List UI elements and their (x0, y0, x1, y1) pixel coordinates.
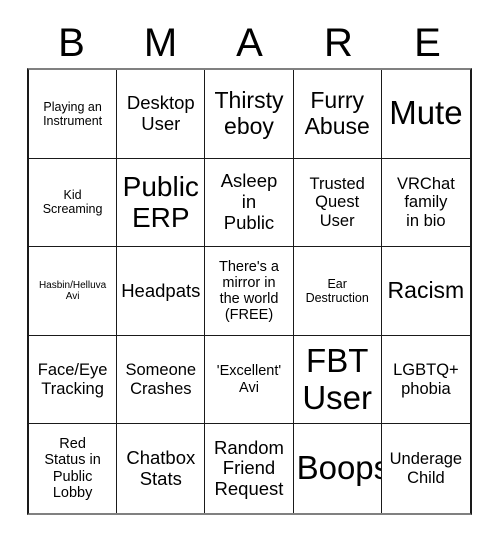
header-letter-2: M (143, 21, 178, 65)
header-letter-5: E (414, 21, 441, 65)
header-letter-4: R (324, 21, 353, 65)
bingo-cell[interactable]: Public ERP (117, 158, 206, 248)
bingo-cell[interactable]: Thirsty eboy (205, 70, 294, 159)
bingo-cell-label: Mute (389, 94, 463, 132)
bingo-cell[interactable]: Racism (381, 247, 470, 336)
bingo-cell[interactable]: Furry Abuse (293, 70, 382, 159)
bingo-header-row: B M A R E (27, 18, 472, 68)
bingo-cell-label: Thirsty eboy (214, 87, 284, 139)
bingo-cell-label: LGBTQ+ phobia (393, 361, 459, 398)
bingo-cell-label: Chatbox Stats (126, 446, 196, 489)
bingo-cell-label: Kid Screaming (42, 188, 103, 217)
bingo-cell[interactable]: Headpats (117, 247, 206, 336)
bingo-cell[interactable]: Asleep in Public (205, 158, 294, 248)
bingo-cell[interactable]: Desktop User (117, 70, 206, 159)
bingo-cell-label: Headpats (121, 279, 201, 301)
bingo-cell[interactable]: LGBTQ+ phobia (381, 335, 470, 425)
bingo-cell-label: Public ERP (122, 171, 199, 234)
bingo-cell-label: Face/Eye Tracking (37, 361, 108, 398)
bingo-cell[interactable]: VRChat family in bio (381, 158, 470, 248)
bingo-cell[interactable]: There's a mirror in the world (FREE) (205, 247, 294, 336)
bingo-cell[interactable]: 'Excellent' Avi (205, 335, 294, 425)
bingo-cell[interactable]: Boops (293, 424, 382, 513)
bingo-cell[interactable]: Chatbox Stats (117, 424, 206, 513)
bingo-card: B M A R E Playing an Instrument Desktop … (0, 0, 500, 544)
bingo-cell[interactable]: Trusted Quest User (293, 158, 382, 248)
bingo-cell[interactable]: Red Status in Public Lobby (29, 424, 118, 513)
bingo-cell[interactable]: Random Friend Request (205, 424, 294, 513)
bingo-cell-label: Ear Destruction (305, 276, 369, 305)
header-letter-1: B (58, 21, 85, 65)
bingo-cell-label: Playing an Instrument (43, 99, 103, 128)
bingo-cell-label: Someone Crashes (125, 361, 197, 398)
bingo-cell[interactable]: Ear Destruction (293, 247, 382, 336)
header-letter-3: A (236, 21, 263, 65)
bingo-cell[interactable]: Mute (381, 70, 470, 159)
bingo-cell-label: Hasbin/Helluva Avi (38, 279, 107, 302)
bingo-cell[interactable]: Someone Crashes (117, 335, 206, 425)
bingo-cell[interactable]: Hasbin/Helluva Avi (29, 247, 118, 336)
bingo-cell-label: Underage Child (389, 450, 463, 487)
bingo-cell[interactable]: FBT User (293, 335, 382, 425)
bingo-cell-label: Boops (296, 449, 382, 487)
bingo-cell[interactable]: Face/Eye Tracking (29, 335, 118, 425)
bingo-cell-label: Red Status in Public Lobby (44, 436, 101, 501)
bingo-cell-label: Desktop User (126, 92, 195, 134)
bingo-cell-label: FBT User (302, 341, 373, 416)
bingo-grid: Playing an Instrument Desktop User Thirs… (27, 68, 472, 515)
bingo-cell-label: Trusted Quest User (309, 174, 365, 230)
bingo-cell-label: 'Excellent' Avi (216, 363, 282, 396)
bingo-cell-label: Furry Abuse (304, 87, 370, 139)
bingo-cell-label: There's a mirror in the world (FREE) (218, 258, 279, 324)
bingo-cell[interactable]: Playing an Instrument (29, 70, 118, 159)
bingo-cell[interactable]: Kid Screaming (29, 158, 118, 248)
bingo-cell-label: Asleep in Public (220, 170, 278, 233)
bingo-cell-label: VRChat family in bio (397, 174, 455, 230)
bingo-cell[interactable]: Underage Child (381, 424, 470, 513)
bingo-cell-label: Random Friend Request (214, 436, 284, 500)
bingo-cell-label: Racism (387, 277, 465, 304)
